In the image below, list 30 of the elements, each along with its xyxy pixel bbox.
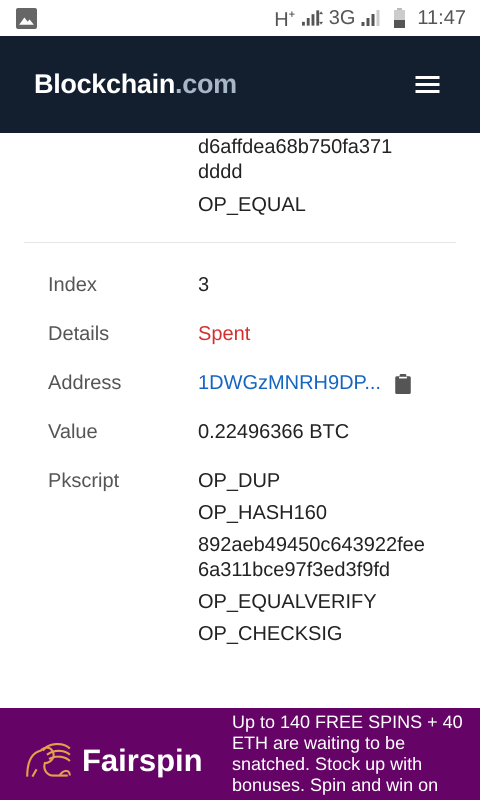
script-line: OP_EQUAL bbox=[198, 193, 307, 218]
field-label: Value bbox=[47, 420, 99, 445]
script-line: OP_DUP bbox=[198, 469, 282, 494]
ad-banner[interactable]: Fairspin Up to 140 FREE SPINS + 40 ETH are waiting to be snatched. Stock up with bonuses. Spin and win on bbox=[0, 708, 480, 800]
clipboard-icon[interactable] bbox=[395, 374, 411, 394]
battery-icon bbox=[394, 8, 406, 28]
field-label: Address bbox=[47, 371, 122, 396]
field-label: Index bbox=[47, 273, 98, 298]
network-type: 3G bbox=[328, 6, 356, 30]
gallery-icon bbox=[16, 8, 37, 28]
network-type: H⁺ bbox=[274, 8, 296, 32]
ad-brand: Fairspin bbox=[82, 743, 204, 779]
field-value: 0.22496366 BTC bbox=[198, 420, 350, 445]
address-link[interactable]: 1DWGzMNRH9DP... bbox=[198, 371, 381, 396]
field-label: Details bbox=[47, 322, 110, 347]
script-line: OP_CHECKSIG bbox=[198, 622, 344, 647]
ad-text: Up to 140 FREE SPINS + 40 ETH are waiting to be snatched. Stock up with bonuses. Spin and win on bbox=[232, 712, 464, 796]
menu-icon[interactable] bbox=[415, 76, 440, 94]
script-line: OP_HASH160 bbox=[198, 501, 328, 526]
field-label: Pkscript bbox=[47, 469, 120, 494]
clock: 11:47 bbox=[417, 6, 466, 30]
script-line: 892aeb49450c643922fee6a311bce97f3ed3f9fd bbox=[198, 533, 426, 583]
brand-logo[interactable]: Blockchain.com bbox=[34, 69, 237, 100]
signal-icon bbox=[302, 10, 323, 26]
script-line: d6affdea68b750fa371 bbox=[198, 135, 394, 160]
signal-icon bbox=[361, 10, 382, 26]
script-line: dddd bbox=[198, 160, 244, 185]
status-value: Spent bbox=[198, 322, 250, 347]
script-line: OP_EQUALVERIFY bbox=[198, 590, 378, 615]
field-value: 3 bbox=[198, 273, 210, 298]
